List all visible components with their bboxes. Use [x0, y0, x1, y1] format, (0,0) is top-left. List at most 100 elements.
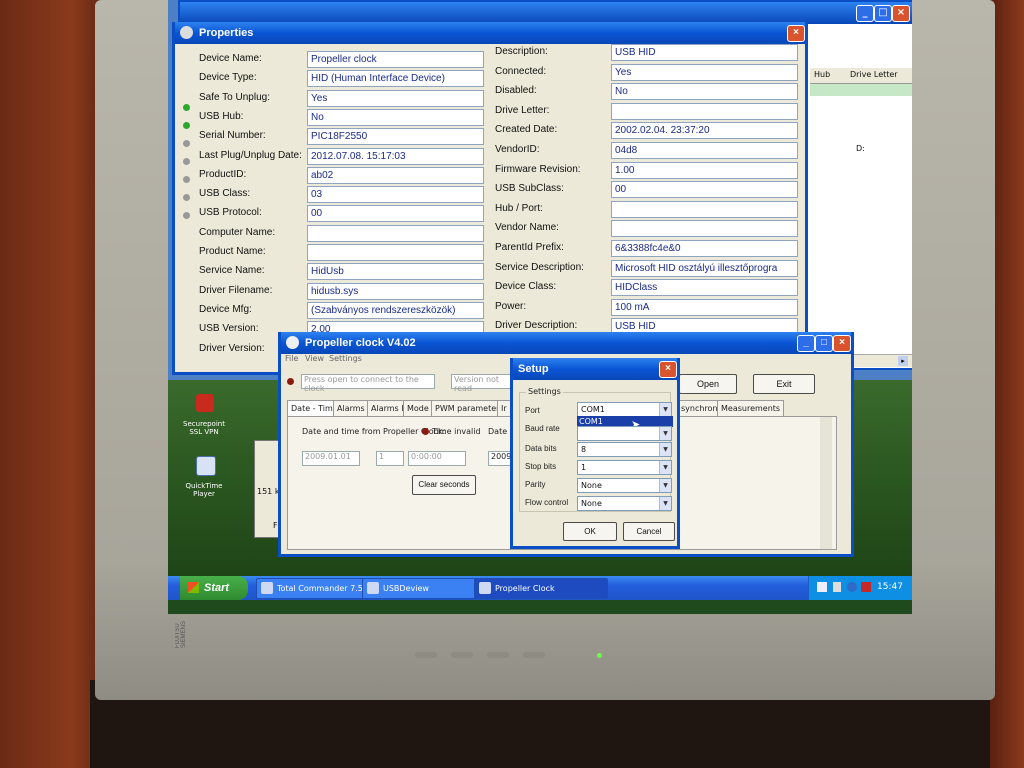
screen: _ □ × Hub Drive Letter D: ▸ Properties × — [168, 0, 912, 614]
clear-seconds-button[interactable]: Clear seconds — [412, 475, 476, 495]
clock-text[interactable]: 15:47 — [877, 582, 903, 592]
monitor-button[interactable] — [523, 652, 545, 658]
property-label: Drive Letter: — [495, 104, 550, 116]
property-value-field[interactable]: USB HID — [611, 44, 798, 61]
scroll-right-icon[interactable]: ▸ — [898, 356, 908, 366]
menu-view[interactable]: View — [305, 354, 324, 363]
close-button[interactable]: × — [787, 25, 805, 42]
time-status-icon — [422, 428, 429, 435]
property-value-field[interactable]: Propeller clock — [307, 51, 484, 68]
property-value-field[interactable]: Yes — [307, 89, 484, 107]
property-value-field[interactable]: HID (Human Interface Device) — [307, 70, 484, 88]
tab-ir[interactable]: Ir — [497, 400, 511, 417]
bluetooth-icon[interactable] — [847, 582, 857, 592]
propeller-titlebar[interactable]: Propeller clock V4.02 _ □ × — [281, 332, 851, 354]
property-value-field[interactable]: Microsoft HID osztályú illesztőprogra — [611, 259, 798, 277]
property-value-field[interactable]: No — [307, 108, 484, 126]
property-value-field[interactable]: 00 — [611, 181, 798, 199]
monitor-button[interactable] — [487, 652, 509, 658]
chevron-down-icon[interactable]: ▼ — [659, 403, 671, 416]
data-bits-select[interactable]: 8 ▼ — [577, 442, 672, 457]
data-bits-label: Data bits — [525, 444, 557, 453]
property-value-field[interactable]: 6&3388fc4e&0 — [611, 240, 798, 257]
property-value-field[interactable]: (Szabványos rendszereszközök) — [307, 301, 484, 319]
stop-bits-select[interactable]: 1 ▼ — [577, 460, 672, 475]
maximize-button[interactable]: □ — [815, 335, 833, 352]
property-label: USB Class: — [199, 188, 251, 200]
property-value-field[interactable]: 1.00 — [611, 161, 798, 179]
date-picker[interactable]: 2009.01.01 — [302, 451, 360, 466]
ok-button[interactable]: OK — [563, 522, 617, 541]
properties-titlebar[interactable]: Properties × — [175, 22, 805, 44]
property-value-field[interactable]: 2012.07.08. 15:17:03 — [307, 147, 484, 165]
property-value-field[interactable]: No — [611, 83, 798, 101]
property-value-field[interactable] — [611, 220, 798, 238]
quicktime-icon — [196, 456, 216, 476]
help-icon[interactable] — [817, 582, 827, 592]
flow-control-select[interactable]: None ▼ — [577, 496, 672, 511]
baud-rate-select[interactable]: ▼ — [577, 426, 672, 441]
property-value-field[interactable]: ab02 — [307, 166, 484, 184]
property-value-field[interactable]: 2002.02.04. 23:37:20 — [611, 122, 798, 140]
chevron-down-icon[interactable]: ▼ — [659, 461, 671, 474]
tab-mode[interactable]: Mode — [403, 400, 433, 417]
cancel-button[interactable]: Cancel — [623, 522, 675, 541]
property-value-field[interactable] — [307, 244, 484, 261]
menu-settings[interactable]: Settings — [329, 354, 362, 363]
column-header-drive-letter[interactable]: Drive Letter — [850, 70, 898, 79]
tab-synchron[interactable]: synchron — [677, 400, 722, 417]
open-button[interactable]: Open — [679, 374, 737, 394]
port-select[interactable]: COM1 ▼ — [577, 402, 672, 417]
desktop-icon-securepoint[interactable]: Securepoint SSL VPN — [176, 394, 232, 444]
minimize-button[interactable]: _ — [856, 5, 874, 22]
close-button[interactable]: × — [892, 5, 910, 22]
time-field[interactable]: 0:00:00 — [408, 451, 466, 466]
day-field[interactable]: 1 — [376, 451, 404, 466]
property-value-field[interactable]: 100 mA — [611, 298, 798, 316]
monitor-button[interactable] — [415, 652, 437, 658]
chevron-down-icon[interactable]: ▼ — [659, 443, 671, 456]
property-value-field[interactable]: 00 — [307, 205, 484, 223]
task-usbdeview[interactable]: USBDeview — [362, 578, 490, 599]
chevron-down-icon[interactable]: ▼ — [659, 427, 671, 440]
property-value-field[interactable]: HidUsb — [307, 263, 484, 281]
setup-titlebar[interactable]: Setup × — [513, 358, 677, 380]
task-total-commander[interactable]: Total Commander 7.5... — [256, 578, 376, 599]
task-propeller-clock[interactable]: Propeller Clock — [474, 578, 608, 599]
property-value-field[interactable]: hidusb.sys — [307, 282, 484, 300]
security-icon[interactable] — [861, 582, 871, 592]
tab-measurements[interactable]: Measurements — [717, 400, 785, 417]
usbdeview-titlebar: _ □ × — [180, 2, 912, 24]
close-button[interactable]: × — [833, 335, 851, 352]
property-value-field[interactable]: PIC18F2550 — [307, 128, 484, 146]
property-value-field[interactable]: Yes — [611, 63, 798, 81]
column-header-hub[interactable]: Hub — [814, 70, 830, 79]
property-value-field[interactable] — [307, 224, 484, 242]
minimize-button[interactable]: _ — [797, 335, 815, 352]
menu-file[interactable]: File — [285, 354, 298, 363]
property-value-field[interactable] — [611, 200, 798, 218]
data-bits-value: 8 — [581, 445, 587, 454]
start-button[interactable]: Start — [180, 576, 248, 600]
property-label: ParentId Prefix: — [495, 242, 564, 253]
property-value-field[interactable]: 03 — [307, 186, 484, 204]
chevron-down-icon[interactable]: ▼ — [659, 479, 671, 492]
settings-group-label: Settings — [526, 387, 563, 396]
exit-button[interactable]: Exit — [753, 374, 815, 394]
hidden-window-text: 151 k — [257, 487, 280, 496]
property-value-field[interactable]: HIDClass — [611, 279, 798, 297]
property-value-field[interactable]: 04d8 — [611, 142, 798, 159]
selected-row[interactable] — [810, 84, 912, 96]
vertical-scrollbar[interactable] — [820, 417, 832, 549]
volume-icon[interactable] — [833, 582, 841, 592]
close-button[interactable]: × — [659, 361, 677, 378]
property-value-field[interactable] — [611, 102, 798, 120]
maximize-button[interactable]: □ — [874, 5, 892, 22]
desktop-icon-quicktime[interactable]: QuickTime Player — [176, 456, 232, 506]
property-label: Power: — [495, 300, 527, 312]
parity-select[interactable]: None ▼ — [577, 478, 672, 493]
chevron-down-icon[interactable]: ▼ — [659, 497, 671, 510]
desktop-icon-label: Securepoint SSL VPN — [183, 420, 225, 436]
connection-status-icon — [287, 378, 294, 385]
monitor-button[interactable] — [451, 652, 473, 658]
